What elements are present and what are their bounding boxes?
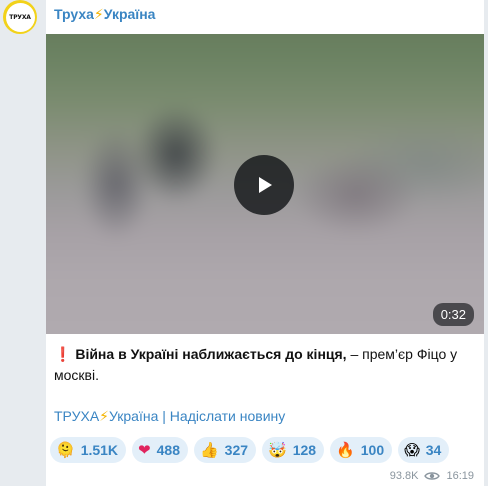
- exclamation-icon: ❗: [54, 346, 72, 362]
- channel-name-suffix: Україна: [103, 6, 156, 22]
- fire-icon: 🔥: [336, 440, 355, 459]
- eye-icon: [424, 472, 441, 480]
- reaction-count: 128: [292, 442, 317, 458]
- channel-name-prefix: Труха: [54, 6, 94, 22]
- exploding-head-icon: 🤯: [268, 440, 287, 459]
- reaction-scream[interactable]: 😱 34: [398, 437, 450, 463]
- reaction-count: 1.51K: [80, 442, 119, 458]
- view-count: 93.8K: [389, 470, 419, 482]
- reaction-fire[interactable]: 🔥 100: [330, 437, 393, 463]
- channel-link-prefix: ТРУХА: [54, 408, 100, 424]
- submit-news-link[interactable]: Надіслати новину: [170, 408, 285, 424]
- heart-icon: ❤: [138, 440, 151, 459]
- screaming-face-icon: 😱: [404, 440, 420, 459]
- reaction-melting-face[interactable]: 🫠 1.51K: [50, 437, 127, 463]
- reaction-heart[interactable]: ❤ 488: [132, 437, 188, 463]
- avatar-inner: ТРУХА: [5, 2, 35, 32]
- message-bold-text: Війна в Україні наближається до кінця,: [75, 346, 347, 362]
- reaction-count: 488: [156, 442, 180, 458]
- channel-link[interactable]: ТРУХА⚡Україна: [54, 408, 158, 424]
- play-button[interactable]: [234, 155, 294, 215]
- channel-name[interactable]: Труха⚡Україна: [54, 6, 155, 23]
- reaction-thumbs-up[interactable]: 👍 327: [193, 437, 257, 463]
- reaction-exploding-head[interactable]: 🤯 128: [262, 437, 325, 463]
- footer-links: ТРУХА⚡Україна | Надіслати новину: [54, 408, 285, 425]
- lightning-icon: ⚡: [99, 408, 109, 424]
- channel-link-suffix: Україна: [109, 408, 159, 424]
- link-separator: |: [158, 408, 170, 424]
- message-bubble: Труха⚡Україна 0:32 ❗ Війна в Україні наб…: [46, 0, 484, 486]
- reaction-count: 34: [425, 442, 442, 458]
- message-time: 16:19: [446, 470, 474, 482]
- video-preview[interactable]: 0:32: [46, 34, 484, 334]
- video-duration: 0:32: [432, 303, 474, 326]
- lightning-icon: ⚡: [93, 6, 104, 22]
- play-icon: [259, 177, 272, 193]
- channel-avatar[interactable]: ТРУХА: [3, 0, 37, 34]
- reactions-bar: 🫠 1.51K ❤ 488 👍 327 🤯 128 🔥 100 😱 34: [50, 437, 450, 463]
- reaction-count: 100: [360, 442, 385, 458]
- reaction-count: 327: [224, 442, 249, 458]
- melting-face-icon: 🫠: [56, 440, 75, 459]
- message-meta: 93.8K 16:19: [390, 470, 474, 482]
- message-text: ❗ Війна в Україні наближається до кінця,…: [54, 344, 474, 386]
- avatar-logo-text: ТРУХА: [9, 13, 31, 21]
- thumbs-up-icon: 👍: [199, 440, 219, 459]
